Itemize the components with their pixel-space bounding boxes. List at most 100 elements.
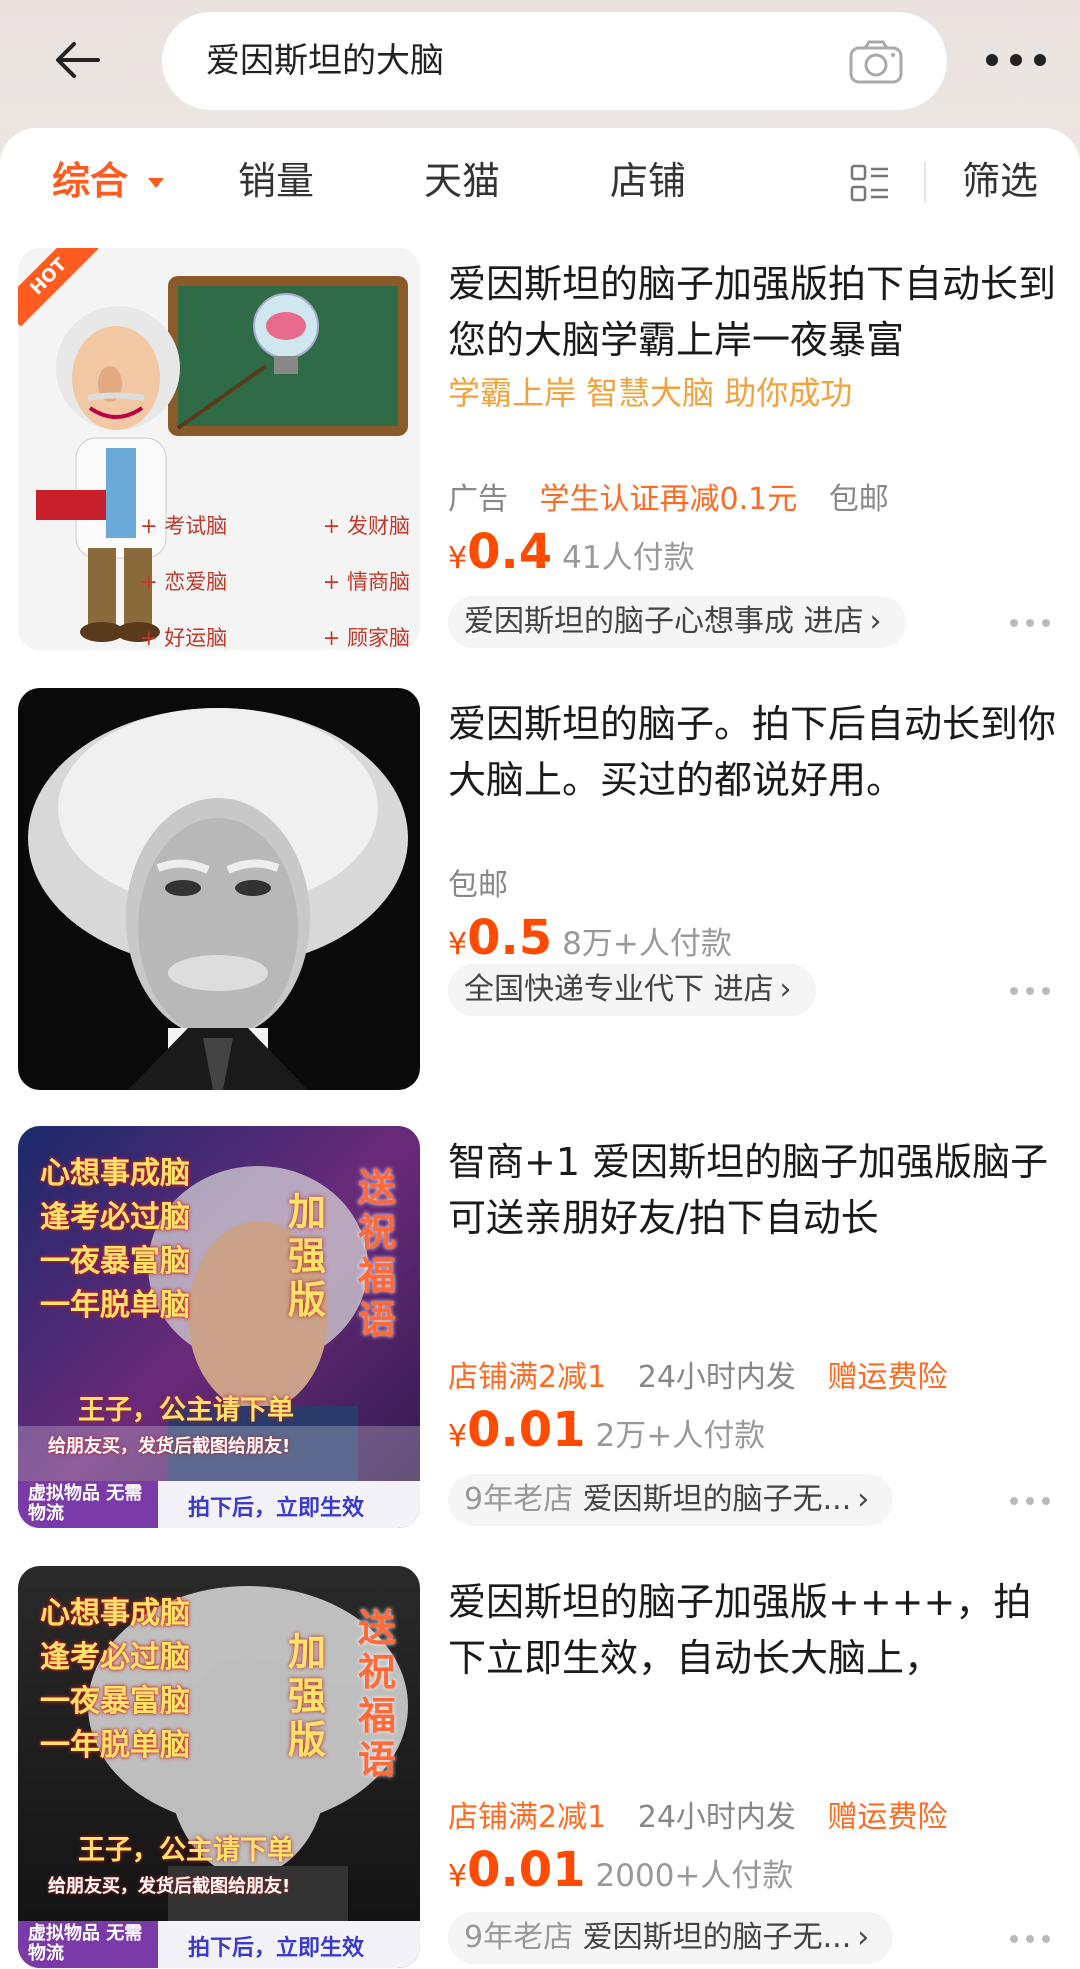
product-card[interactable]: 爱因斯坦的脑子。拍下后自动长到你大脑上。买过的都说好用。 包邮 ¥0.5 8万+人…	[0, 688, 1080, 1098]
poster-vertical-2: 送祝福语	[358, 1166, 397, 1342]
poster-vertical-1: 加强版	[288, 1630, 327, 1762]
chevron-right-icon: ›	[857, 1920, 870, 1955]
shop-link[interactable]: 全国快递专业代下 进店 ›	[448, 964, 816, 1016]
product-tags: 广告 学生认证再减0.1元 包邮	[448, 474, 889, 518]
arrow-left-icon	[56, 42, 100, 78]
tab-divider	[924, 162, 926, 202]
search-query: 爱因斯坦的大脑	[206, 41, 444, 81]
tab-tmall[interactable]: 天猫	[424, 156, 500, 206]
poster-line: 心想事成脑	[40, 1156, 190, 1191]
chevron-right-icon: ›	[869, 604, 882, 639]
shop-link[interactable]: 9年老店 爱因斯坦的脑子无... ›	[448, 1474, 894, 1526]
poster-share: 给朋友买，发货后截图给朋友!	[48, 1436, 291, 1457]
price-value: 0.01	[467, 1402, 586, 1458]
promo-tag: 店铺满2减1	[448, 1360, 607, 1395]
price-value: 0.01	[467, 1842, 586, 1898]
poster-line: 一夜暴富脑	[40, 1684, 190, 1719]
image-label: + 顾家脑	[322, 626, 410, 650]
poster-line: 一年脱单脑	[40, 1288, 190, 1323]
product-image[interactable]: HOT + 考试脑 + 发财脑 + 恋爱脑 + 情商脑 + 好运脑 + 顾家脑	[18, 248, 420, 650]
poster-virtual: 虚拟物品 无需物流	[28, 1483, 143, 1524]
insurance-tag: 赠运费险	[827, 1360, 948, 1395]
shop-link[interactable]: 爱因斯坦的脑子心想事成 进店 ›	[448, 596, 906, 648]
sold-count: 2000+人付款	[595, 1858, 794, 1894]
image-labels: + 考试脑 + 发财脑 + 恋爱脑 + 情商脑 + 好运脑 + 顾家脑	[140, 510, 410, 650]
product-title[interactable]: 爱因斯坦的脑子加强版拍下自动长到您的大脑学霸上岸一夜暴富	[448, 256, 1063, 368]
image-label: + 考试脑	[140, 514, 228, 538]
poster-line: 心想事成脑	[40, 1596, 190, 1631]
dot-icon	[1034, 54, 1046, 66]
product-slogan: 学霸上岸 智慧大脑 助你成功	[448, 374, 853, 412]
more-options-button[interactable]	[986, 40, 1046, 80]
delivery-tag: 24小时内发	[637, 1800, 796, 1835]
caret-down-icon[interactable]	[148, 178, 164, 188]
price-symbol: ¥	[448, 541, 468, 576]
tab-sales[interactable]: 销量	[238, 156, 314, 206]
shop-name: 爱因斯坦的脑子无...	[582, 1920, 852, 1955]
product-card[interactable]: HOT + 考试脑 + 发财脑 + 恋爱脑 + 情商脑 + 好运脑 + 顾家脑 …	[0, 248, 1080, 658]
product-tags: 店铺满2减1 24小时内发 赠运费险	[448, 1792, 947, 1836]
poster-effect: 拍下后，立即生效	[188, 1496, 365, 1521]
poster-prince: 王子，公主请下单	[78, 1835, 294, 1866]
product-title[interactable]: 智商+1 爱因斯坦的脑子加强版脑子可送亲朋好友/拍下自动长	[448, 1134, 1063, 1246]
poster-virtual: 虚拟物品 无需物流	[28, 1923, 143, 1964]
camera-search-button[interactable]	[849, 40, 903, 84]
price-row: ¥0.5 8万+人付款	[448, 910, 732, 966]
poster-line: 逢考必过脑	[40, 1640, 190, 1675]
poster-lines: 心想事成脑 逢考必过脑 一夜暴富脑 一年脱单脑	[40, 1152, 190, 1328]
image-label: + 情商脑	[322, 570, 410, 594]
poster-effect: 拍下后，立即生效	[188, 1936, 365, 1961]
insurance-tag: 赠运费险	[827, 1800, 948, 1835]
image-label: + 好运脑	[140, 626, 228, 650]
tab-shops[interactable]: 店铺	[610, 156, 686, 206]
shop-name: 爱因斯坦的脑子无...	[582, 1482, 852, 1517]
card-more-button[interactable]	[1010, 1934, 1050, 1944]
poster-vertical-2: 送祝福语	[358, 1606, 397, 1782]
product-image[interactable]: 心想事成脑 逢考必过脑 一夜暴富脑 一年脱单脑 加强版 送祝福语 王子，公主请下…	[18, 1566, 420, 1968]
shop-name: 爱因斯坦的脑子心想事成 进店	[464, 604, 864, 639]
price-symbol: ¥	[448, 927, 468, 962]
back-button[interactable]	[48, 30, 108, 90]
image-label: + 发财脑	[322, 514, 410, 538]
poster-prince: 王子，公主请下单	[78, 1395, 294, 1426]
poster-line: 一年脱单脑	[40, 1728, 190, 1763]
poster-vertical-1: 加强版	[288, 1190, 327, 1322]
poster-line: 逢考必过脑	[40, 1200, 190, 1235]
shipping-tag: 包邮	[448, 868, 508, 903]
delivery-tag: 24小时内发	[637, 1360, 796, 1395]
promo-tag: 学生认证再减0.1元	[539, 482, 798, 517]
top-bar: 爱因斯坦的大脑	[0, 0, 1080, 128]
image-label: + 恋爱脑	[140, 570, 228, 594]
product-title[interactable]: 爱因斯坦的脑子加强版++++，拍下立即生效，自动长大脑上，	[448, 1574, 1063, 1686]
einstein-portrait-image	[18, 688, 420, 1090]
sold-count: 41人付款	[562, 540, 695, 576]
price-value: 0.4	[467, 524, 553, 580]
search-input[interactable]: 爱因斯坦的大脑	[162, 12, 947, 110]
price-row: ¥0.4 41人付款	[448, 524, 695, 580]
card-more-button[interactable]	[1010, 1496, 1050, 1506]
promo-tag: 店铺满2减1	[448, 1800, 607, 1835]
layout-toggle-icon[interactable]	[850, 164, 890, 204]
price-symbol: ¥	[448, 1419, 468, 1454]
card-more-button[interactable]	[1010, 618, 1050, 628]
shop-link[interactable]: 9年老店 爱因斯坦的脑子无... ›	[448, 1912, 894, 1964]
product-card[interactable]: 心想事成脑 逢考必过脑 一夜暴富脑 一年脱单脑 加强版 送祝福语 王子，公主请下…	[0, 1566, 1080, 1969]
filter-button[interactable]: 筛选	[962, 156, 1038, 206]
product-image[interactable]: 心想事成脑 逢考必过脑 一夜暴富脑 一年脱单脑 加强版 送祝福语 王子，公主请下…	[18, 1126, 420, 1528]
product-tags: 店铺满2减1 24小时内发 赠运费险	[448, 1352, 947, 1396]
poster-line: 一夜暴富脑	[40, 1244, 190, 1279]
shipping-tag: 包邮	[828, 482, 889, 517]
product-title[interactable]: 爱因斯坦的脑子。拍下后自动长到你大脑上。买过的都说好用。	[448, 696, 1063, 808]
product-card[interactable]: 心想事成脑 逢考必过脑 一夜暴富脑 一年脱单脑 加强版 送祝福语 王子，公主请下…	[0, 1126, 1080, 1536]
tab-comprehensive[interactable]: 综合	[52, 156, 128, 206]
poster-share: 给朋友买，发货后截图给朋友!	[48, 1876, 291, 1897]
shop-name: 全国快递专业代下 进店	[464, 972, 774, 1007]
chevron-right-icon: ›	[779, 972, 792, 1007]
results-panel: 综合 销量 天猫 店铺 筛选 HOT + 考试脑 + 发财脑 + 恋爱脑 + 情…	[0, 128, 1080, 1969]
shop-age-badge: 9年老店	[464, 1920, 574, 1955]
product-image[interactable]	[18, 688, 420, 1090]
dot-icon	[986, 54, 998, 66]
price-symbol: ¥	[448, 1859, 468, 1894]
dot-icon	[1010, 54, 1022, 66]
card-more-button[interactable]	[1010, 986, 1050, 996]
